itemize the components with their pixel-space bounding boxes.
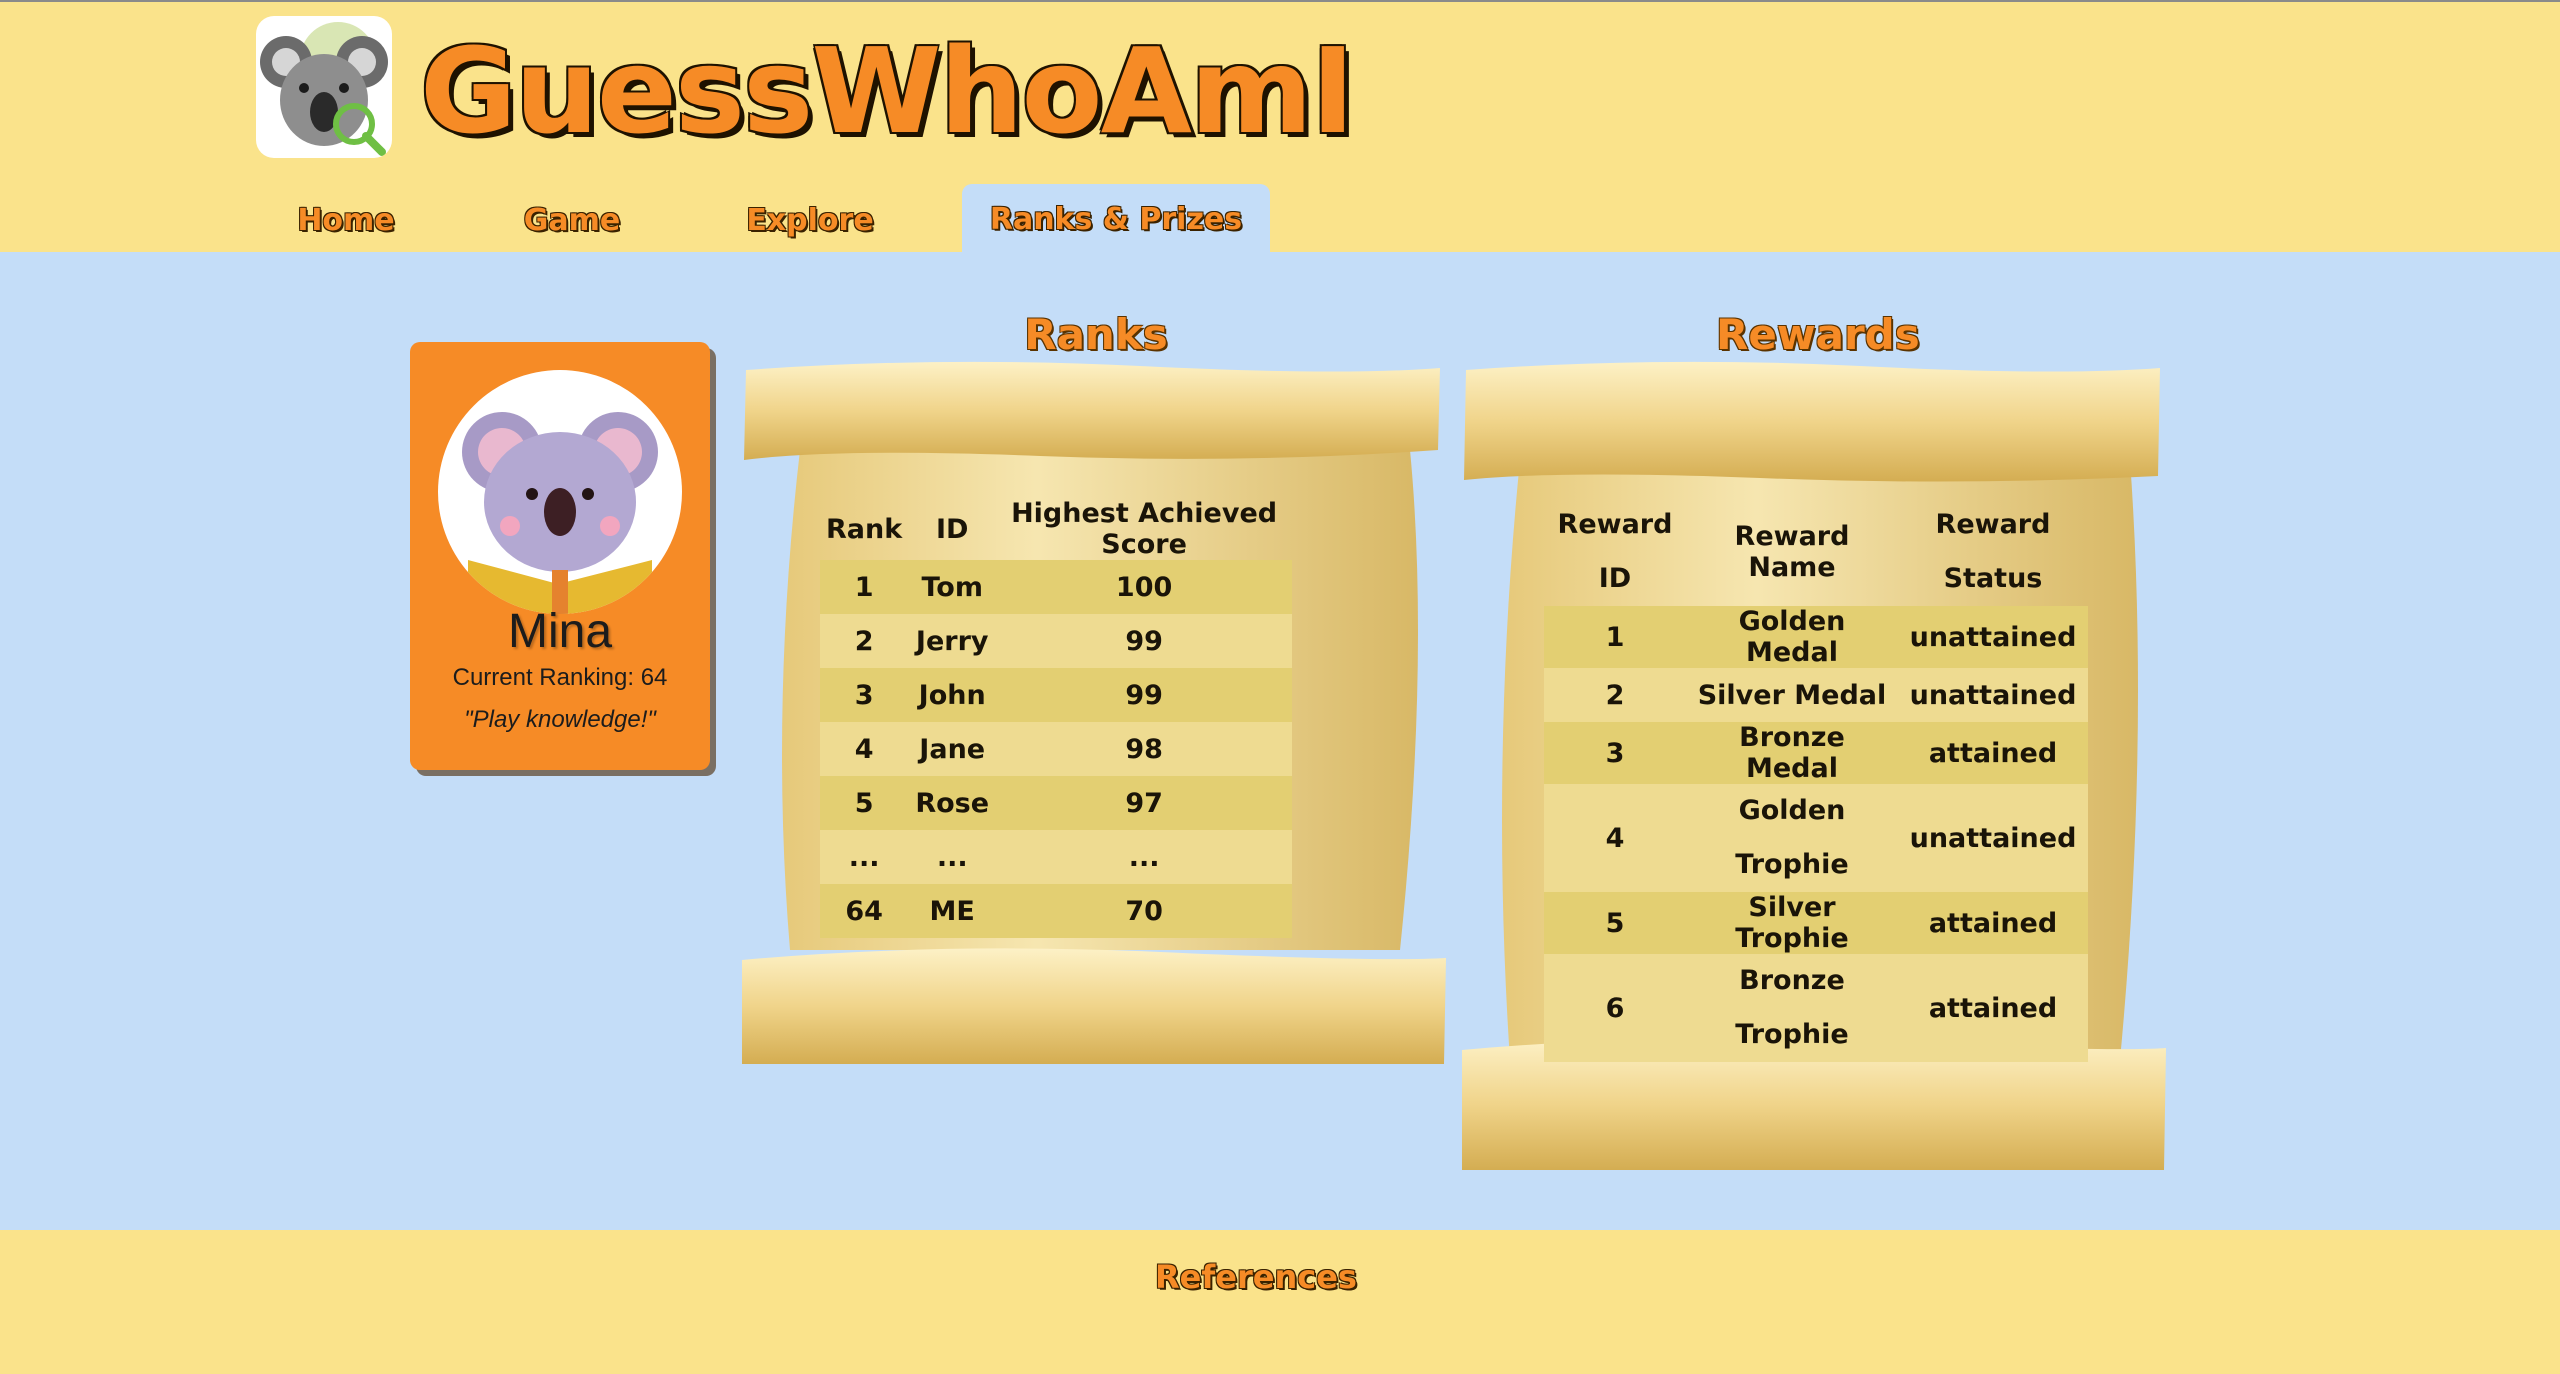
table-cell: 5 [820,776,909,830]
table-cell: Silver Trophie [1686,892,1898,954]
nav-explore[interactable]: Explore [740,188,880,254]
koala-logo-icon [260,22,388,156]
rewards-col-id: Reward ID [1557,509,1673,594]
references-link[interactable]: References [0,1258,2512,1296]
table-cell: unattained [1898,668,2088,722]
table-cell: 70 [996,884,1292,938]
table-cell: 1 [1544,606,1686,668]
table-cell: 4 [820,722,909,776]
ranks-header-row: Rank ID Highest Achieved Score [820,498,1292,560]
table-cell: 64 [820,884,909,938]
table-cell: Jane [908,722,997,776]
table-cell: Bronze Medal [1686,722,1898,784]
ranks-table: Rank ID Highest Achieved Score 1 Tom 100… [820,498,1292,938]
table-cell: 99 [996,668,1292,722]
site-footer: References [0,1230,2560,1374]
table-row: 2 Jerry 99 [820,614,1292,668]
table-cell: unattained [1898,784,2088,892]
table-cell: attained [1898,722,2088,784]
ranks-title: Ranks [1024,310,1168,359]
site-header: GuessWhoAmI Home Game Explore Ranks & Pr… [0,0,2560,254]
rewards-header-row: Reward ID Reward Name Reward Status [1544,498,2088,606]
table-cell: 2 [1544,668,1686,722]
table-row: 4 Golden Trophie unattained [1544,784,2088,892]
ranks-col-score: Highest Achieved Score [1011,498,1278,560]
table-cell: 98 [996,722,1292,776]
table-cell: 2 [820,614,909,668]
table-row: 4 Jane 98 [820,722,1292,776]
table-cell: Tom [908,560,997,614]
table-cell: 1 [820,560,909,614]
table-cell: attained [1898,954,2088,1062]
table-cell: unattained [1898,606,2088,668]
table-cell: ... [908,830,997,884]
table-row: 64 ME 70 [820,884,1292,938]
nav-home[interactable]: Home [294,188,398,254]
table-cell: Golden Medal [1686,606,1898,668]
rewards-title: Rewards [1716,310,1920,359]
table-row: 1 Golden Medal unattained [1544,606,2088,668]
profile-name: Mina [507,605,613,658]
table-cell: 3 [1544,722,1686,784]
profile-ranking: Current Ranking: 64 [452,664,668,691]
site-title: GuessWhoAmI [420,22,1355,160]
table-cell: attained [1898,892,2088,954]
table-cell: 6 [1544,954,1686,1062]
table-row: 5 Silver Trophie attained [1544,892,2088,954]
table-cell: Bronze Trophie [1686,954,1898,1062]
table-cell: ... [820,830,909,884]
avatar [438,370,682,614]
logo[interactable] [256,16,392,158]
nav-ranks-prizes[interactable]: Ranks & Prizes [962,184,1270,254]
table-row: 6 Bronze Trophie attained [1544,954,2088,1062]
table-cell: 99 [996,614,1292,668]
rewards-col-name: Reward Name [1734,521,1850,583]
table-cell: ... [996,830,1292,884]
ranks-col-rank: Rank [826,513,903,545]
table-row: 3 Bronze Medal attained [1544,722,2088,784]
table-cell: ME [908,884,997,938]
table-cell: 97 [996,776,1292,830]
table-cell: Silver Medal [1686,668,1898,722]
table-cell: 100 [996,560,1292,614]
table-cell: 4 [1544,784,1686,892]
table-cell: Rose [908,776,997,830]
table-row: 2 Silver Medal unattained [1544,668,2088,722]
table-row: ... ... ... [820,830,1292,884]
profile-motto: "Play knowledge!" [464,706,656,733]
ranks-col-id: ID [935,513,969,545]
table-cell: 3 [820,668,909,722]
table-cell: 5 [1544,892,1686,954]
table-cell: Golden Trophie [1686,784,1898,892]
table-row: 5 Rose 97 [820,776,1292,830]
rewards-table: Reward ID Reward Name Reward Status 1 Go… [1544,498,2088,1062]
table-cell: Jerry [908,614,997,668]
koala-avatar-icon [462,412,658,614]
nav-game[interactable]: Game [520,188,624,254]
table-cell: John [908,668,997,722]
profile-card: Mina Current Ranking: 64 "Play knowledge… [410,342,710,770]
table-row: 1 Tom 100 [820,560,1292,614]
rewards-col-status: Reward Status [1935,509,2051,594]
table-row: 3 John 99 [820,668,1292,722]
